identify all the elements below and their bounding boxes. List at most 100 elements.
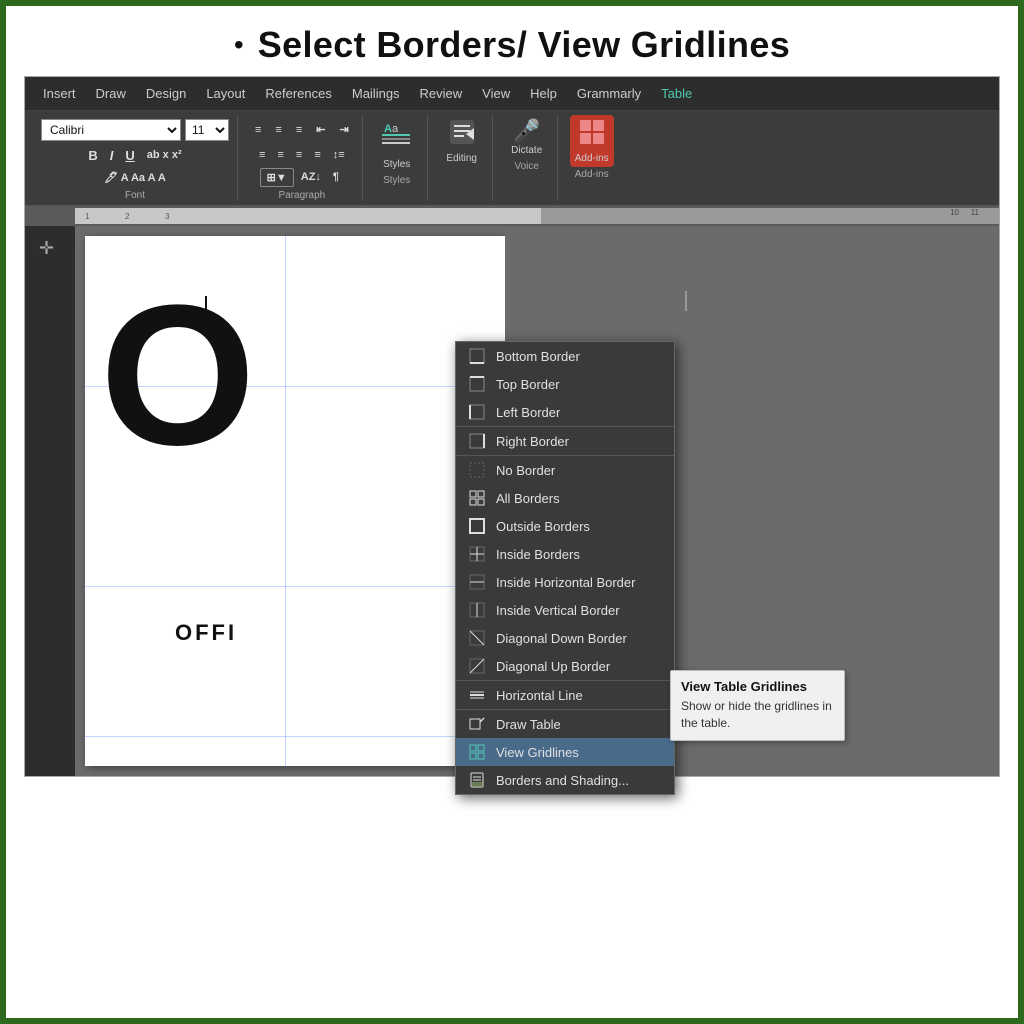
tab-design[interactable]: Design xyxy=(136,77,196,111)
bold-button[interactable]: B xyxy=(83,146,102,165)
tab-view[interactable]: View xyxy=(472,77,520,111)
addins-button[interactable]: Add-ins xyxy=(570,115,614,167)
right-border-label: Right Border xyxy=(496,434,569,449)
bottom-border-label: Bottom Border xyxy=(496,349,580,364)
justify-button[interactable]: ≡ xyxy=(309,147,325,163)
view-gridlines-label: View Gridlines xyxy=(496,745,579,760)
multilevel-list-button[interactable]: ≡ xyxy=(291,122,307,138)
dictate-label: Dictate xyxy=(511,145,542,156)
italic-button[interactable]: I xyxy=(105,146,119,165)
menu-item-inside-vertical[interactable]: Inside Vertical Border xyxy=(456,596,674,624)
menu-item-bottom-border[interactable]: Bottom Border xyxy=(456,342,674,370)
menu-item-right-border[interactable]: Right Border xyxy=(456,426,674,455)
page-title: Select Borders/ View Gridlines xyxy=(258,24,790,66)
font-size-select[interactable]: 11 xyxy=(185,119,229,141)
doc-area: ✛ O OFFI xyxy=(25,226,999,776)
cursor-right xyxy=(685,291,687,311)
diagonal-up-label: Diagonal Up Border xyxy=(496,659,610,674)
tab-review[interactable]: Review xyxy=(410,77,473,111)
ribbon-group-voice: 🎤 Dictate Voice xyxy=(497,115,558,201)
text-cursor xyxy=(205,296,207,318)
font-format-row: B I U ab x x² xyxy=(83,144,186,166)
inside-vertical-icon xyxy=(468,601,486,619)
addins-group-label: Add-ins xyxy=(575,169,609,180)
editing-icon xyxy=(448,118,476,152)
font-color-row: 🖊 A Aa A A xyxy=(99,166,171,188)
menu-item-borders-shading[interactable]: Borders and Shading... xyxy=(456,766,674,794)
outside-borders-label: Outside Borders xyxy=(496,519,590,534)
menu-item-outside-borders[interactable]: Outside Borders xyxy=(456,512,674,540)
menu-item-diagonal-up[interactable]: Diagonal Up Border xyxy=(456,652,674,680)
doc-letter: O xyxy=(100,276,300,496)
top-border-label: Top Border xyxy=(496,377,560,392)
align-right-button[interactable]: ≡ xyxy=(291,147,307,163)
highlight-button[interactable]: 🖊 A Aa A A xyxy=(99,169,171,186)
no-border-icon xyxy=(468,461,486,479)
font-controls-top: Calibri 11 xyxy=(41,115,229,144)
ribbon-group-addins: Add-ins Add-ins xyxy=(562,115,622,201)
move-icon: ✛ xyxy=(25,226,75,271)
horizontal-line-icon xyxy=(468,686,486,704)
left-border-icon xyxy=(468,403,486,421)
sort-button[interactable]: AZ↓ xyxy=(296,169,326,185)
ribbon-tabs: Insert Draw Design Layout References Mai… xyxy=(25,77,999,111)
right-border-icon xyxy=(468,432,486,450)
borders-dropdown-menu: Bottom Border Top Border xyxy=(455,341,675,795)
indent-decrease-button[interactable]: ⇤ xyxy=(311,121,330,138)
all-borders-icon xyxy=(468,489,486,507)
menu-item-inside-borders[interactable]: Inside Borders xyxy=(456,540,674,568)
dictate-button[interactable]: 🎤 Dictate xyxy=(505,115,549,159)
strikethrough-button[interactable]: ab x x² xyxy=(142,147,187,163)
underline-button[interactable]: U xyxy=(120,146,139,165)
diagonal-down-icon xyxy=(468,629,486,647)
bullet-list-button[interactable]: ≡ xyxy=(250,122,266,138)
border-shading-row: ⊞▼ AZ↓ ¶ xyxy=(260,166,344,188)
numbered-list-button[interactable]: ≡ xyxy=(270,122,286,138)
tooltip-box: View Table Gridlines Show or hide the gr… xyxy=(670,670,845,741)
menu-item-left-border[interactable]: Left Border xyxy=(456,398,674,426)
draw-table-icon xyxy=(468,715,486,733)
font-family-select[interactable]: Calibri xyxy=(41,119,181,141)
tab-insert[interactable]: Insert xyxy=(33,77,86,111)
borders-shading-icon xyxy=(468,771,486,789)
diagonal-down-label: Diagonal Down Border xyxy=(496,631,627,646)
editing-button[interactable]: Editing xyxy=(440,115,484,167)
tab-references[interactable]: References xyxy=(255,77,341,111)
tab-draw[interactable]: Draw xyxy=(86,77,136,111)
pilcrow-button[interactable]: ¶ xyxy=(328,169,344,185)
align-center-button[interactable]: ≡ xyxy=(272,147,288,163)
bottom-border-icon xyxy=(468,347,486,365)
svg-text:a: a xyxy=(392,123,399,135)
inside-vertical-label: Inside Vertical Border xyxy=(496,603,620,618)
menu-item-all-borders[interactable]: All Borders xyxy=(456,484,674,512)
tab-layout[interactable]: Layout xyxy=(196,77,255,111)
voice-group-label: Voice xyxy=(514,161,538,172)
tab-mailings[interactable]: Mailings xyxy=(342,77,410,111)
ruler-area: 1 2 3 10 11 xyxy=(25,206,999,226)
menu-item-view-gridlines[interactable]: View Gridlines xyxy=(456,738,674,766)
menu-item-horizontal-line[interactable]: Horizontal Line xyxy=(456,680,674,709)
align-row: ≡ ≡ ≡ ≡ ↕≡ xyxy=(254,144,350,166)
inside-borders-icon xyxy=(468,545,486,563)
inside-borders-label: Inside Borders xyxy=(496,547,580,562)
doc-company-text: OFFI xyxy=(175,620,237,646)
left-border-label: Left Border xyxy=(496,405,560,420)
tab-grammarly[interactable]: Grammarly xyxy=(567,77,651,111)
menu-item-no-border[interactable]: No Border xyxy=(456,455,674,484)
line-spacing-button[interactable]: ↕≡ xyxy=(328,147,350,163)
tab-table[interactable]: Table xyxy=(651,77,702,111)
menu-item-inside-horizontal[interactable]: Inside Horizontal Border xyxy=(456,568,674,596)
styles-group-label: Styles xyxy=(383,175,410,186)
addins-label: Add-ins xyxy=(575,153,609,164)
view-gridlines-icon xyxy=(468,743,486,761)
borders-button[interactable]: ⊞▼ xyxy=(260,168,294,187)
ribbon-toolbar: Calibri 11 B I U ab x x² 🖊 A Aa A A Font… xyxy=(25,111,999,206)
menu-item-draw-table[interactable]: Draw Table xyxy=(456,709,674,738)
align-left-button[interactable]: ≡ xyxy=(254,147,270,163)
styles-button[interactable]: A a Styles xyxy=(375,115,419,173)
tab-help[interactable]: Help xyxy=(520,77,567,111)
horizontal-line-label: Horizontal Line xyxy=(496,688,583,703)
indent-increase-button[interactable]: ⇥ xyxy=(334,121,353,138)
menu-item-diagonal-down[interactable]: Diagonal Down Border xyxy=(456,624,674,652)
menu-item-top-border[interactable]: Top Border xyxy=(456,370,674,398)
